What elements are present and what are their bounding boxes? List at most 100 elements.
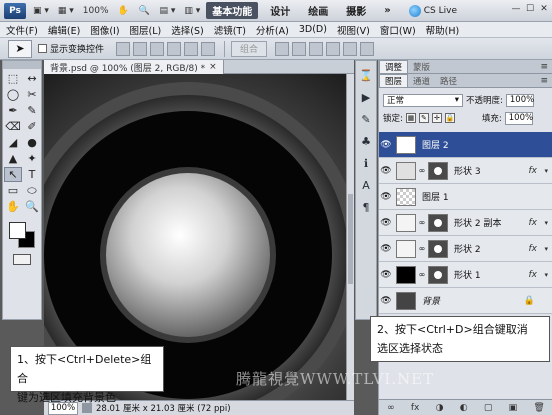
- vector-mask-thumbnail[interactable]: [428, 161, 448, 180]
- lock-transparency-icon[interactable]: ▦: [405, 113, 416, 123]
- expand-effects-icon[interactable]: ▾: [544, 271, 548, 279]
- menu-file[interactable]: 文件(F): [6, 23, 38, 37]
- bridge-button[interactable]: ▣ ▾: [30, 3, 52, 19]
- lock-all-icon[interactable]: 🔒: [444, 113, 455, 123]
- eye-icon[interactable]: 👁: [379, 166, 393, 176]
- eye-icon[interactable]: 👁: [379, 270, 393, 280]
- workspace-painting[interactable]: 绘画: [302, 2, 334, 19]
- tab-channels[interactable]: 通道: [408, 74, 435, 87]
- show-transform-checkbox[interactable]: 显示变换控件: [38, 42, 104, 55]
- vector-mask-thumbnail[interactable]: [428, 213, 448, 232]
- menu-help[interactable]: 帮助(H): [426, 23, 460, 37]
- vector-mask-thumbnail[interactable]: [428, 239, 448, 258]
- expand-effects-icon[interactable]: ▾: [544, 219, 548, 227]
- menu-image[interactable]: 图像(I): [90, 23, 119, 37]
- tab-masks[interactable]: 蒙版: [408, 60, 435, 73]
- distribute-bottom-icon[interactable]: [309, 41, 324, 56]
- trash-icon[interactable]: 🗑: [533, 403, 544, 413]
- fx-icon[interactable]: fx: [529, 218, 538, 228]
- arrange-documents-button[interactable]: ▤ ▾: [157, 3, 179, 19]
- link-layers-icon[interactable]: ∞: [387, 403, 395, 413]
- eye-icon[interactable]: 👁: [379, 192, 393, 202]
- opacity-field[interactable]: 100%: [505, 93, 534, 107]
- brush-tool-icon[interactable]: ✎: [23, 103, 41, 118]
- maximize-button[interactable]: ☐: [524, 3, 536, 15]
- dodge-tool-icon[interactable]: ●: [23, 135, 41, 150]
- menu-view[interactable]: 视图(V): [337, 23, 370, 37]
- layers-menu-icon[interactable]: ≡: [540, 76, 548, 86]
- layer-row[interactable]: 👁 图层 2: [379, 132, 552, 158]
- shape-tool-icon[interactable]: ▭: [4, 183, 22, 198]
- link-icon[interactable]: ∞: [418, 270, 426, 279]
- distribute-center-icon[interactable]: [343, 41, 358, 56]
- tab-paths[interactable]: 路径: [435, 74, 462, 87]
- distribute-left-icon[interactable]: [326, 41, 341, 56]
- character-panel-icon[interactable]: A: [358, 177, 374, 193]
- workspace-essentials[interactable]: 基本功能: [206, 2, 259, 19]
- move-tool-preset[interactable]: ➤: [8, 39, 32, 58]
- workspace-design[interactable]: 设计: [264, 2, 296, 19]
- move-tool-icon[interactable]: ↔: [23, 71, 41, 86]
- eye-icon[interactable]: 👁: [379, 218, 393, 228]
- hand-tool-icon-2[interactable]: ✋: [4, 199, 22, 214]
- distribute-top-icon[interactable]: [275, 41, 290, 56]
- combine-button[interactable]: 组合: [231, 40, 268, 57]
- close-button[interactable]: ✕: [538, 3, 550, 15]
- vector-mask-thumbnail[interactable]: [428, 265, 448, 284]
- menu-filter[interactable]: 滤镜(T): [214, 23, 246, 37]
- tab-close-icon[interactable]: ×: [209, 62, 217, 72]
- new-layer-icon[interactable]: ▣: [509, 403, 518, 413]
- actions-panel-icon[interactable]: ▶: [358, 89, 374, 105]
- history-panel-icon[interactable]: ⌛: [358, 67, 374, 83]
- gradient-tool-icon[interactable]: ◢: [4, 135, 22, 150]
- align-bottom-icon[interactable]: [150, 41, 165, 56]
- minibridge-button[interactable]: ▦ ▾: [55, 3, 77, 19]
- blend-mode-select[interactable]: 正常 ▾: [383, 93, 463, 107]
- link-icon[interactable]: ∞: [418, 166, 426, 175]
- align-center-icon[interactable]: [184, 41, 199, 56]
- lasso-tool-icon[interactable]: ◯: [4, 87, 22, 102]
- layer-row[interactable]: 👁 ∞ 形状 3 fx ▾: [379, 158, 552, 184]
- layer-row[interactable]: 👁 图层 1: [379, 184, 552, 210]
- panel-menu-icon[interactable]: ≡: [540, 62, 548, 72]
- link-icon[interactable]: ∞: [418, 218, 426, 227]
- adjustment-layer-icon[interactable]: ◐: [460, 403, 468, 413]
- pen-tool-icon[interactable]: ✦: [23, 151, 41, 166]
- fx-icon[interactable]: fx: [529, 270, 538, 280]
- menu-layer[interactable]: 图层(L): [130, 23, 162, 37]
- cs-live-button[interactable]: CS Live: [408, 4, 457, 17]
- lock-position-icon[interactable]: ✛: [431, 113, 442, 123]
- ellipse-tool-icon[interactable]: ⬭: [23, 183, 41, 198]
- hand-tool-icon[interactable]: ✋: [115, 3, 133, 19]
- link-icon[interactable]: ∞: [418, 244, 426, 253]
- crop-tool-icon[interactable]: ✂: [23, 87, 41, 102]
- layer-row[interactable]: 👁 ∞ 形状 1 fx ▾: [379, 262, 552, 288]
- menu-window[interactable]: 窗口(W): [380, 23, 416, 37]
- menu-select[interactable]: 选择(S): [171, 23, 203, 37]
- info-panel-icon[interactable]: ℹ: [358, 155, 374, 171]
- eraser-tool-icon[interactable]: ⌫: [4, 119, 22, 134]
- menu-3d[interactable]: 3D(D): [299, 24, 327, 35]
- quick-mask-button[interactable]: [13, 254, 31, 265]
- clone-source-icon[interactable]: ♣: [358, 133, 374, 149]
- blur-tool-icon[interactable]: ▲: [4, 151, 22, 166]
- align-middle-icon[interactable]: [133, 41, 148, 56]
- zoom-tool-icon[interactable]: 🔍: [136, 3, 154, 19]
- workspace-more[interactable]: »: [378, 2, 396, 19]
- distribute-middle-icon[interactable]: [292, 41, 307, 56]
- layer-row[interactable]: 👁 ∞ 形状 2 副本 fx ▾: [379, 210, 552, 236]
- zoom-tool-icon-2[interactable]: 🔍: [23, 199, 41, 214]
- expand-effects-icon[interactable]: ▾: [544, 245, 548, 253]
- layer-row[interactable]: 👁 背景 🔒: [379, 288, 552, 314]
- screen-mode-button[interactable]: ▥ ▾: [181, 3, 203, 19]
- expand-effects-icon[interactable]: ▾: [544, 167, 548, 175]
- foreground-color-swatch[interactable]: [9, 222, 26, 239]
- add-style-icon[interactable]: fx: [411, 403, 420, 413]
- tab-adjustments[interactable]: 调整: [379, 60, 409, 73]
- align-left-icon[interactable]: [167, 41, 182, 56]
- fx-icon[interactable]: fx: [529, 166, 538, 176]
- eye-icon[interactable]: 👁: [379, 296, 393, 306]
- layer-row[interactable]: 👁 ∞ 形状 2 fx ▾: [379, 236, 552, 262]
- new-group-icon[interactable]: ▢: [484, 403, 493, 413]
- lock-pixels-icon[interactable]: ✎: [418, 113, 429, 123]
